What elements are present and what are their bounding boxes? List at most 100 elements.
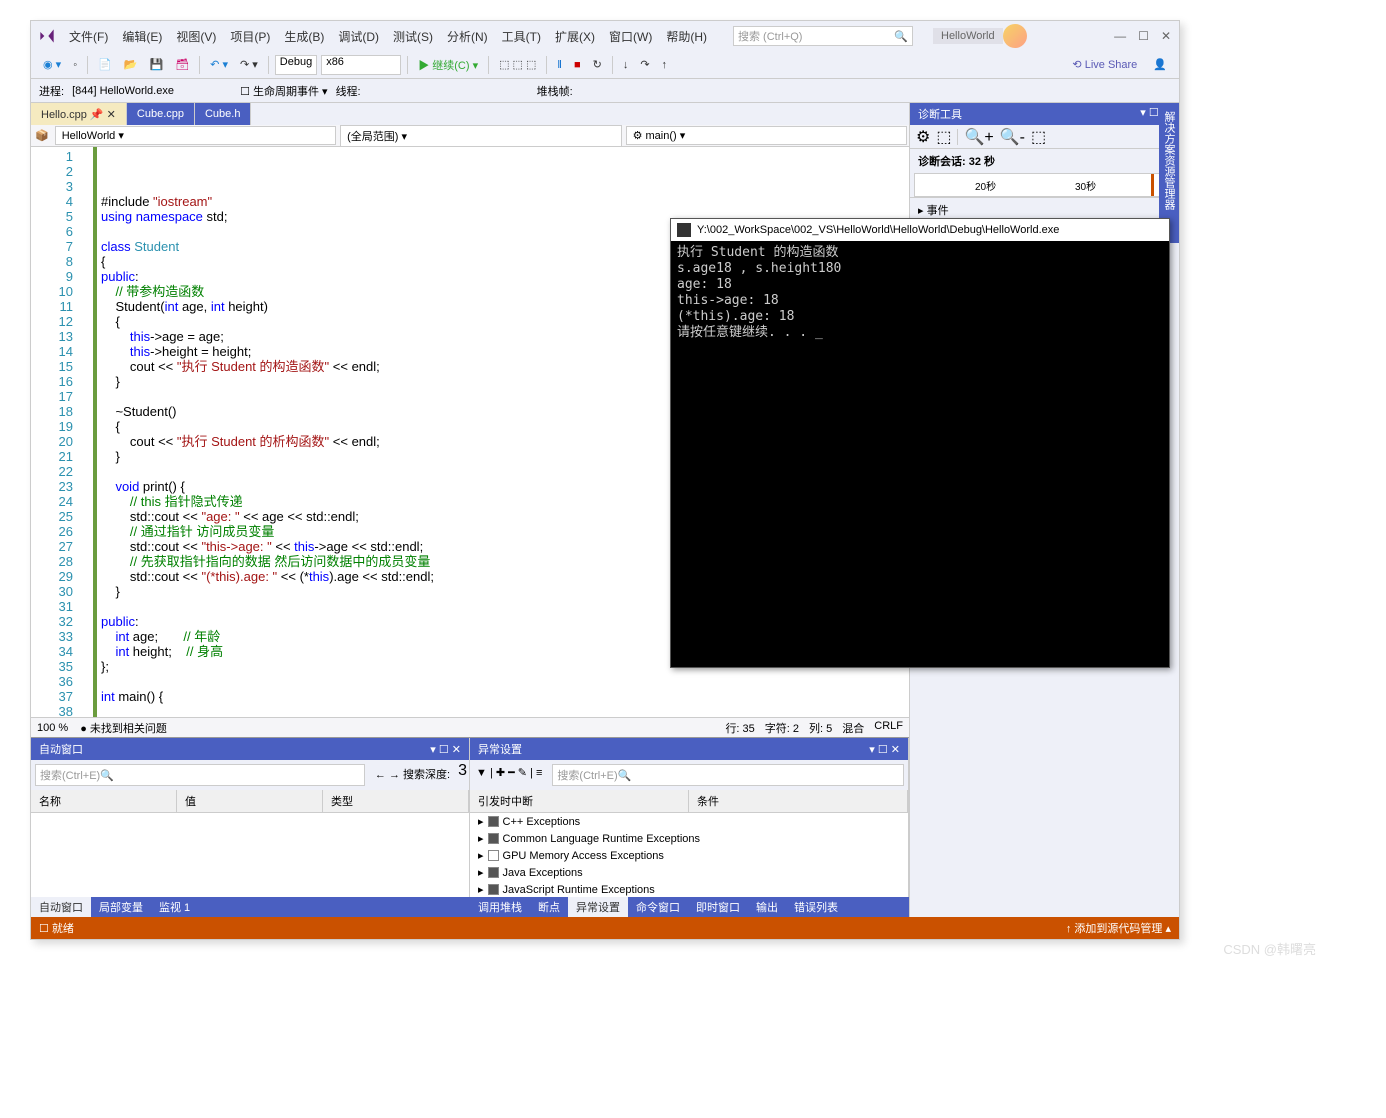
menu-item[interactable]: 项目(P) <box>224 24 276 49</box>
panel-controls[interactable]: ▾ ☐ ✕ <box>430 743 461 756</box>
gear-icon[interactable]: ⚙ <box>916 127 930 147</box>
minimize-icon[interactable]: — <box>1114 29 1126 43</box>
filter-icons[interactable]: ▼ | ✚ ━ ✎ | ≡ <box>472 762 546 788</box>
bottom-tab[interactable]: 断点 <box>530 897 568 917</box>
restart-icon[interactable]: ↻ <box>589 56 606 73</box>
nav-forward-icon[interactable]: ◦ <box>69 57 81 73</box>
undo-icon[interactable]: ↶ ▾ <box>206 56 232 73</box>
lifecycle-label: ☐ 生命周期事件 ▾ <box>240 83 328 99</box>
bottom-tab[interactable]: 自动窗口 <box>31 897 91 917</box>
exception-row[interactable]: ▸ Java Exceptions <box>470 864 908 881</box>
vs-logo-icon <box>39 28 55 44</box>
menu-item[interactable]: 视图(V) <box>170 24 222 49</box>
stop-icon[interactable]: ■ <box>570 57 585 73</box>
user-avatar[interactable] <box>1003 24 1027 48</box>
exception-search[interactable]: 搜索(Ctrl+E) 🔍 <box>552 764 904 786</box>
editor-status: 100 % ● 未找到相关问题 行: 35 字符: 2 列: 5 混合 CRLF <box>31 717 909 737</box>
column-header[interactable]: 引发时中断 <box>470 790 689 812</box>
menu-item[interactable]: 调试(D) <box>332 24 385 49</box>
exception-row[interactable]: ▸ GPU Memory Access Exceptions <box>470 847 908 864</box>
step-into-icon[interactable]: ↓ <box>619 57 633 73</box>
menu-item[interactable]: 扩展(X) <box>549 24 601 49</box>
menu-item[interactable]: 文件(F) <box>63 24 114 49</box>
issues-indicator[interactable]: ● 未找到相关问题 <box>80 720 167 736</box>
live-share-button[interactable]: ⟲ Live Share <box>1064 56 1145 73</box>
panel-controls[interactable]: ▾ ☐ ✕ <box>869 743 900 756</box>
console-window[interactable]: Y:\002_WorkSpace\002_VS\HelloWorld\Hello… <box>670 218 1170 668</box>
column-header[interactable]: 名称 <box>31 790 177 812</box>
outline-margin[interactable] <box>81 147 93 717</box>
exception-row[interactable]: ▸ C++ Exceptions <box>470 813 908 830</box>
bottom-tab[interactable]: 命令窗口 <box>628 897 688 917</box>
redo-icon[interactable]: ↷ ▾ <box>236 56 262 73</box>
platform-dropdown[interactable]: x86 <box>321 55 401 75</box>
file-tab[interactable]: Cube.h <box>195 103 251 125</box>
bottom-tab[interactable]: 错误列表 <box>786 897 846 917</box>
menu-item[interactable]: 工具(T) <box>496 24 547 49</box>
autos-search[interactable]: 搜索(Ctrl+E) 🔍 <box>35 764 365 786</box>
menu-item[interactable]: 编辑(E) <box>116 24 168 49</box>
bottom-tab[interactable]: 调用堆栈 <box>470 897 530 917</box>
menu-item[interactable]: 帮助(H) <box>660 24 713 49</box>
menu-item[interactable]: 分析(N) <box>441 24 494 49</box>
console-icon <box>677 223 691 237</box>
reset-zoom-icon[interactable]: ⬚ <box>1031 127 1046 147</box>
column-header[interactable]: 条件 <box>689 790 908 812</box>
bottom-tab[interactable]: 异常设置 <box>568 897 628 917</box>
thread-label: 线程: <box>336 83 361 99</box>
file-tab[interactable]: Cube.cpp <box>127 103 195 125</box>
config-dropdown[interactable]: Debug <box>275 55 317 75</box>
tick-label: 30秒 <box>1075 178 1096 193</box>
autos-panel: 自动窗口 ▾ ☐ ✕ 搜索(Ctrl+E) 🔍 ← → 搜索深度: 3 名称值类… <box>31 738 470 897</box>
maximize-icon[interactable]: ☐ <box>1138 29 1149 43</box>
console-titlebar[interactable]: Y:\002_WorkSpace\002_VS\HelloWorld\Hello… <box>671 219 1169 241</box>
new-file-icon[interactable]: 📄 <box>94 56 116 73</box>
step-over-icon[interactable]: ↷ <box>636 56 653 73</box>
line-ending[interactable]: CRLF <box>874 720 903 736</box>
exception-panel: 异常设置 ▾ ☐ ✕ ▼ | ✚ ━ ✎ | ≡ 搜索(Ctrl+E) 🔍 引发… <box>470 738 909 897</box>
select-tools-icon[interactable]: ⬚ <box>936 127 951 147</box>
nav-back-icon[interactable]: ◉ ▾ <box>39 56 65 73</box>
process-label: 进程: <box>39 83 64 99</box>
close-icon[interactable]: ✕ <box>1161 29 1171 43</box>
continue-button[interactable]: ▶ 继续(C) ▾ <box>414 55 482 75</box>
depth-label: ← → 搜索深度: <box>371 762 454 788</box>
feedback-icon[interactable]: 👤 <box>1149 56 1171 73</box>
indent-mode[interactable]: 混合 <box>842 720 864 736</box>
add-source-control[interactable]: ↑ 添加到源代码管理 ▴ <box>1066 920 1171 936</box>
column-header[interactable]: 类型 <box>323 790 469 812</box>
menu-item[interactable]: 生成(B) <box>278 24 330 49</box>
process-dropdown[interactable]: [844] HelloWorld.exe <box>72 85 232 97</box>
diag-timeline[interactable]: 20秒 30秒 <box>914 173 1175 197</box>
exception-row[interactable]: ▸ Common Language Runtime Exceptions <box>470 830 908 847</box>
column-header[interactable]: 值 <box>177 790 323 812</box>
bottom-tab[interactable]: 局部变量 <box>91 897 151 917</box>
step-out-icon[interactable]: ↑ <box>658 57 672 73</box>
depth-dropdown[interactable]: 3 <box>458 762 467 788</box>
status-ready: ☐ 就绪 <box>39 920 74 936</box>
bottom-tab[interactable]: 监视 1 <box>151 897 198 917</box>
bottom-tab[interactable]: 即时窗口 <box>688 897 748 917</box>
panel-title: 诊断工具 <box>918 106 962 122</box>
file-tab[interactable]: Hello.cpp 📌 ✕ <box>31 103 127 125</box>
zoom-level[interactable]: 100 % <box>37 722 68 734</box>
zoom-in-icon[interactable]: 🔍+ <box>964 127 993 147</box>
console-output: 执行 Student 的构造函数 s.age18 , s.height180 a… <box>671 241 1169 345</box>
debug-step-icons[interactable]: ⬚ ⬚ ⬚ <box>495 56 540 73</box>
open-icon[interactable]: 📂 <box>120 56 142 73</box>
bottom-tab[interactable]: 输出 <box>748 897 786 917</box>
line-gutter: 1234567891011121314151617181920212223242… <box>31 147 81 717</box>
search-icon: 🔍 <box>894 30 908 43</box>
save-icon[interactable]: 💾 <box>146 56 168 73</box>
quick-search[interactable]: 搜索 (Ctrl+Q)🔍 <box>733 26 913 46</box>
nav-project[interactable]: HelloWorld ▾ <box>55 126 336 145</box>
pause-icon[interactable]: ‖ <box>553 57 566 73</box>
exception-row[interactable]: ▸ JavaScript Runtime Exceptions <box>470 881 908 897</box>
save-all-icon[interactable]: 🗃 <box>171 56 193 73</box>
menu-item[interactable]: 窗口(W) <box>603 24 658 49</box>
nav-scope[interactable]: (全局范围) ▾ <box>340 125 621 147</box>
menu-item[interactable]: 测试(S) <box>387 24 439 49</box>
nav-member[interactable]: ⚙ main() ▾ <box>626 126 907 145</box>
zoom-out-icon[interactable]: 🔍- <box>1000 127 1025 147</box>
debug-bar: 进程: [844] HelloWorld.exe ☐ 生命周期事件 ▾ 线程: … <box>31 79 1179 103</box>
